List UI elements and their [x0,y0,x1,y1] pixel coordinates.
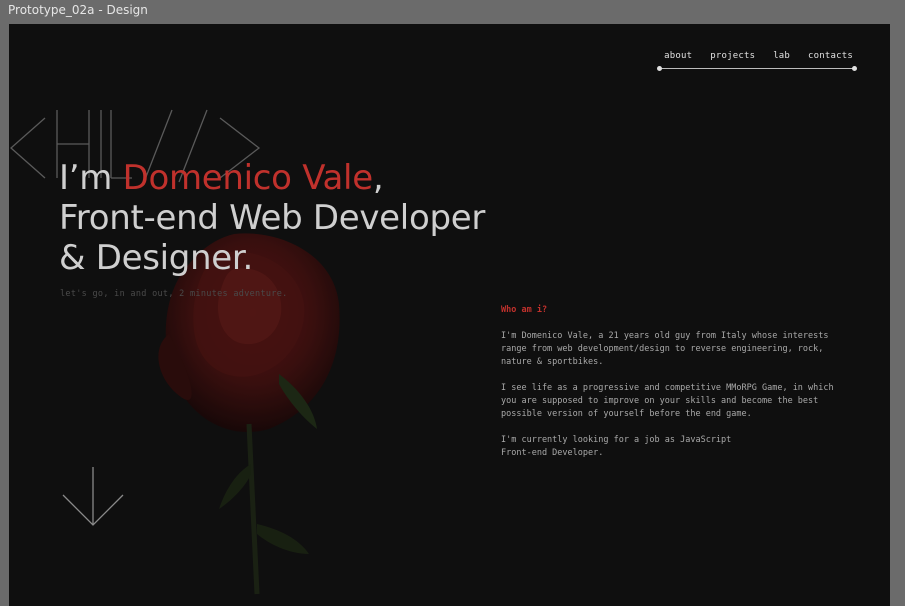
nav-item-contacts[interactable]: contacts [808,51,853,61]
about-paragraph-1: I'm Domenico Vale, a 21 years old guy fr… [501,331,829,367]
hero-line-2: Front-end Web Developer [59,198,486,238]
about-heading: Who am i? [501,305,548,315]
window-title: Prototype_02a - Design [8,3,148,17]
hero-comma: , [372,158,384,198]
nav-underline [659,68,855,69]
hero-name: Domenico Vale [122,158,374,198]
nav-item-lab[interactable]: lab [773,51,790,61]
about-paragraph-3-line-2: Front-end Developer. [501,448,604,458]
nav-dot-right [852,66,857,71]
hero-line-1: I’m Domenico Vale, [59,158,485,198]
about-paragraph-3: I'm currently looking for a job as JavaS… [501,434,851,460]
hero-tagline: let's go, in and out, 2 minutes adventur… [60,289,288,299]
nav-dot-left [657,66,662,71]
about-paragraph-2: I see life as a progressive and competit… [501,383,834,419]
main-nav: about projects lab contacts [664,51,853,61]
rose-image [158,233,340,595]
hero-line-3: & Designer. [59,238,253,278]
nav-item-about[interactable]: about [664,51,692,61]
about-paragraph-3-line-1: I'm currently looking for a job as JavaS… [501,435,732,445]
nav-item-projects[interactable]: projects [710,51,755,61]
artboard: about projects lab contacts I’m Domenico… [9,24,890,606]
about-section: Who am i? I'm Domenico Vale, a 21 years … [501,304,851,473]
arrow-down-icon[interactable] [61,465,125,529]
hero-headline: I’m Domenico Vale, Front-end Web Develop… [59,158,485,278]
hero-prefix: I’m [59,158,123,198]
